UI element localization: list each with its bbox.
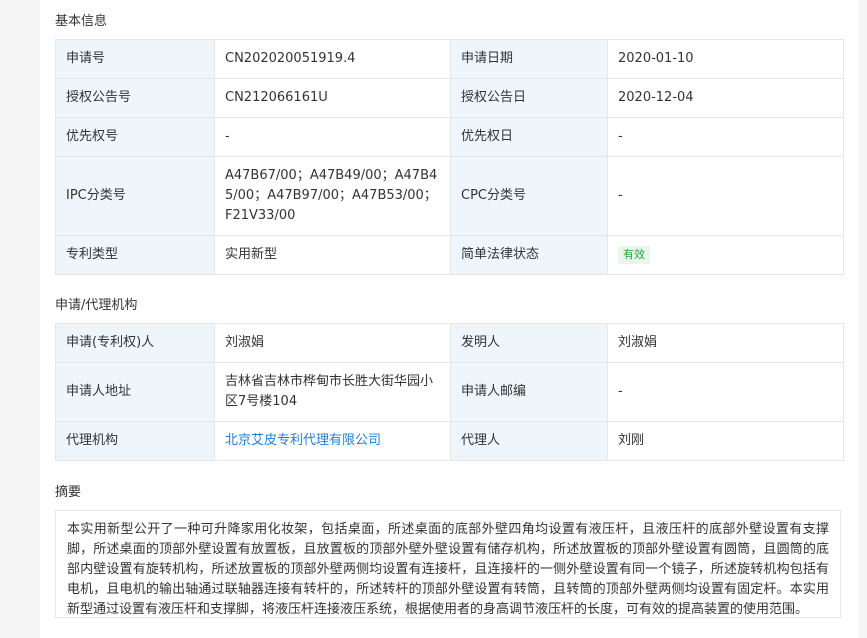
agency-heading: 申请/代理机构 (55, 298, 138, 313)
table-row: 申请(专利权)人 刘淑娟 发明人 刘淑娟 (55, 323, 844, 363)
priority-number-value: - (214, 117, 451, 157)
application-date-label: 申请日期 (450, 39, 608, 79)
agency-label: 代理机构 (55, 421, 215, 461)
inventor-value: 刘淑娟 (607, 323, 844, 363)
ipc-class-label: IPC分类号 (55, 156, 215, 236)
ipc-class-value: A47B67/00；A47B49/00；A47B45/00；A47B97/00；… (214, 156, 451, 236)
basic-info-heading: 基本信息 (55, 14, 108, 29)
application-date-value: 2020-01-10 (607, 39, 844, 79)
agent-label: 代理人 (450, 421, 608, 461)
agency-table: 申请(专利权)人 刘淑娟 发明人 刘淑娟 申请人地址 吉林省吉林市桦甸市长胜大街… (55, 323, 844, 461)
application-number-label: 申请号 (55, 39, 215, 79)
applicant-postcode-label: 申请人邮编 (450, 362, 608, 422)
table-row: 专利类型 实用新型 简单法律状态 有效 (55, 235, 844, 275)
agency-link[interactable]: 北京艾皮专利代理有限公司 (225, 433, 381, 448)
application-number-value: CN202020051919.4 (214, 39, 451, 79)
agent-value: 刘刚 (607, 421, 844, 461)
table-row: 申请人地址 吉林省吉林市桦甸市长胜大街华园小区7号楼104 申请人邮编 - (55, 362, 844, 422)
grant-date-value: 2020-12-04 (607, 78, 844, 118)
legal-status-cell: 有效 (607, 235, 844, 275)
inventor-label: 发明人 (450, 323, 608, 363)
applicant-address-label: 申请人地址 (55, 362, 215, 422)
patent-type-value: 实用新型 (214, 235, 451, 275)
table-row: 授权公告号 CN212066161U 授权公告日 2020-12-04 (55, 78, 844, 118)
table-row: IPC分类号 A47B67/00；A47B49/00；A47B45/00；A47… (55, 156, 844, 236)
status-badge: 有效 (618, 246, 650, 264)
applicant-postcode-value: - (607, 362, 844, 422)
legal-status-label: 简单法律状态 (450, 235, 608, 275)
priority-number-label: 优先权号 (55, 117, 215, 157)
applicant-value: 刘淑娟 (214, 323, 451, 363)
cpc-class-value: - (607, 156, 844, 236)
grant-number-label: 授权公告号 (55, 78, 215, 118)
table-row: 代理机构 北京艾皮专利代理有限公司 代理人 刘刚 (55, 421, 844, 461)
patent-type-label: 专利类型 (55, 235, 215, 275)
table-row: 优先权号 - 优先权日 - (55, 117, 844, 157)
patent-detail-panel: 基本信息 申请号 CN202020051919.4 申请日期 2020-01-1… (40, 0, 858, 638)
table-row: 申请号 CN202020051919.4 申请日期 2020-01-10 (55, 39, 844, 79)
abstract-heading: 摘要 (55, 485, 82, 500)
cpc-class-label: CPC分类号 (450, 156, 608, 236)
basic-info-table: 申请号 CN202020051919.4 申请日期 2020-01-10 授权公… (55, 39, 844, 275)
priority-date-value: - (607, 117, 844, 157)
priority-date-label: 优先权日 (450, 117, 608, 157)
applicant-label: 申请(专利权)人 (55, 323, 215, 363)
grant-number-value: CN212066161U (214, 78, 451, 118)
agency-cell: 北京艾皮专利代理有限公司 (214, 421, 451, 461)
applicant-address-value: 吉林省吉林市桦甸市长胜大街华园小区7号楼104 (214, 362, 451, 422)
grant-date-label: 授权公告日 (450, 78, 608, 118)
abstract-text: 本实用新型公开了一种可升降家用化妆架，包括桌面，所述桌面的底部外壁四角均设置有液… (55, 510, 841, 618)
